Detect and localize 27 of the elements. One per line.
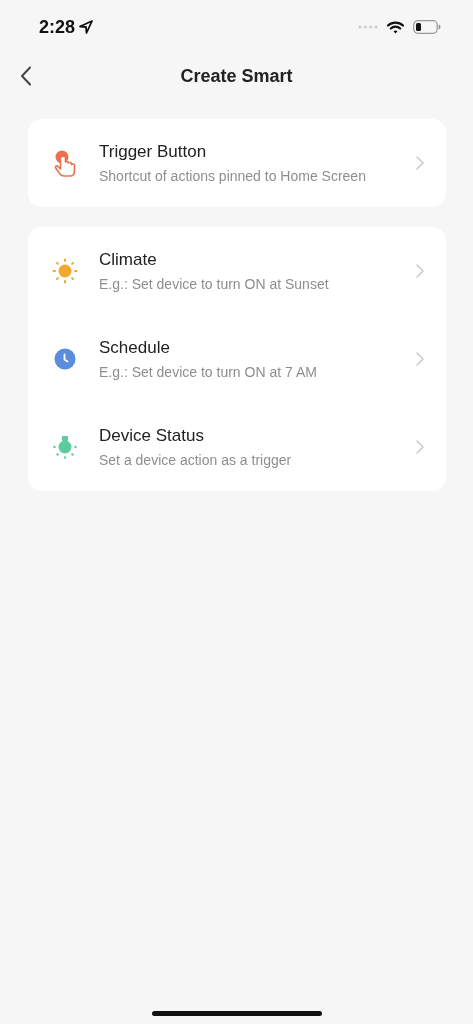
list-item[interactable]: Schedule E.g.: Set device to turn ON at 7 AM bbox=[28, 315, 446, 403]
bulb-icon bbox=[52, 434, 78, 460]
battery-icon bbox=[413, 20, 441, 34]
item-description: E.g.: Set device to turn ON at Sunset bbox=[99, 276, 330, 292]
status-time: 2:28 bbox=[39, 16, 76, 38]
clock-icon bbox=[54, 348, 76, 370]
item-title: Device Status bbox=[99, 426, 205, 446]
chevron-left-icon bbox=[20, 66, 32, 86]
chevron-right-icon bbox=[416, 440, 424, 454]
wifi-icon bbox=[387, 20, 404, 34]
hand-pointer-icon bbox=[53, 149, 77, 177]
list-item[interactable]: Trigger Button Shortcut of actions pinned to Home Screen bbox=[28, 119, 446, 207]
page-title: Create Smart bbox=[180, 65, 293, 87]
signal-icon bbox=[358, 25, 378, 29]
sun-icon bbox=[52, 258, 78, 284]
location-arrow-icon bbox=[79, 20, 94, 34]
list-item[interactable]: Climate E.g.: Set device to turn ON at Sunset bbox=[28, 227, 446, 315]
item-title: Schedule bbox=[99, 338, 171, 358]
chevron-right-icon bbox=[416, 156, 424, 170]
chevron-right-icon bbox=[416, 264, 424, 278]
item-title: Climate bbox=[99, 250, 158, 270]
item-description: Set a device action as a trigger bbox=[99, 452, 293, 468]
list-item[interactable]: Device Status Set a device action as a trigger bbox=[28, 403, 446, 491]
chevron-right-icon bbox=[416, 352, 424, 366]
item-description: Shortcut of actions pinned to Home Screen bbox=[99, 168, 367, 184]
item-description: E.g.: Set device to turn ON at 7 AM bbox=[99, 364, 318, 380]
item-title: Trigger Button bbox=[99, 142, 208, 162]
